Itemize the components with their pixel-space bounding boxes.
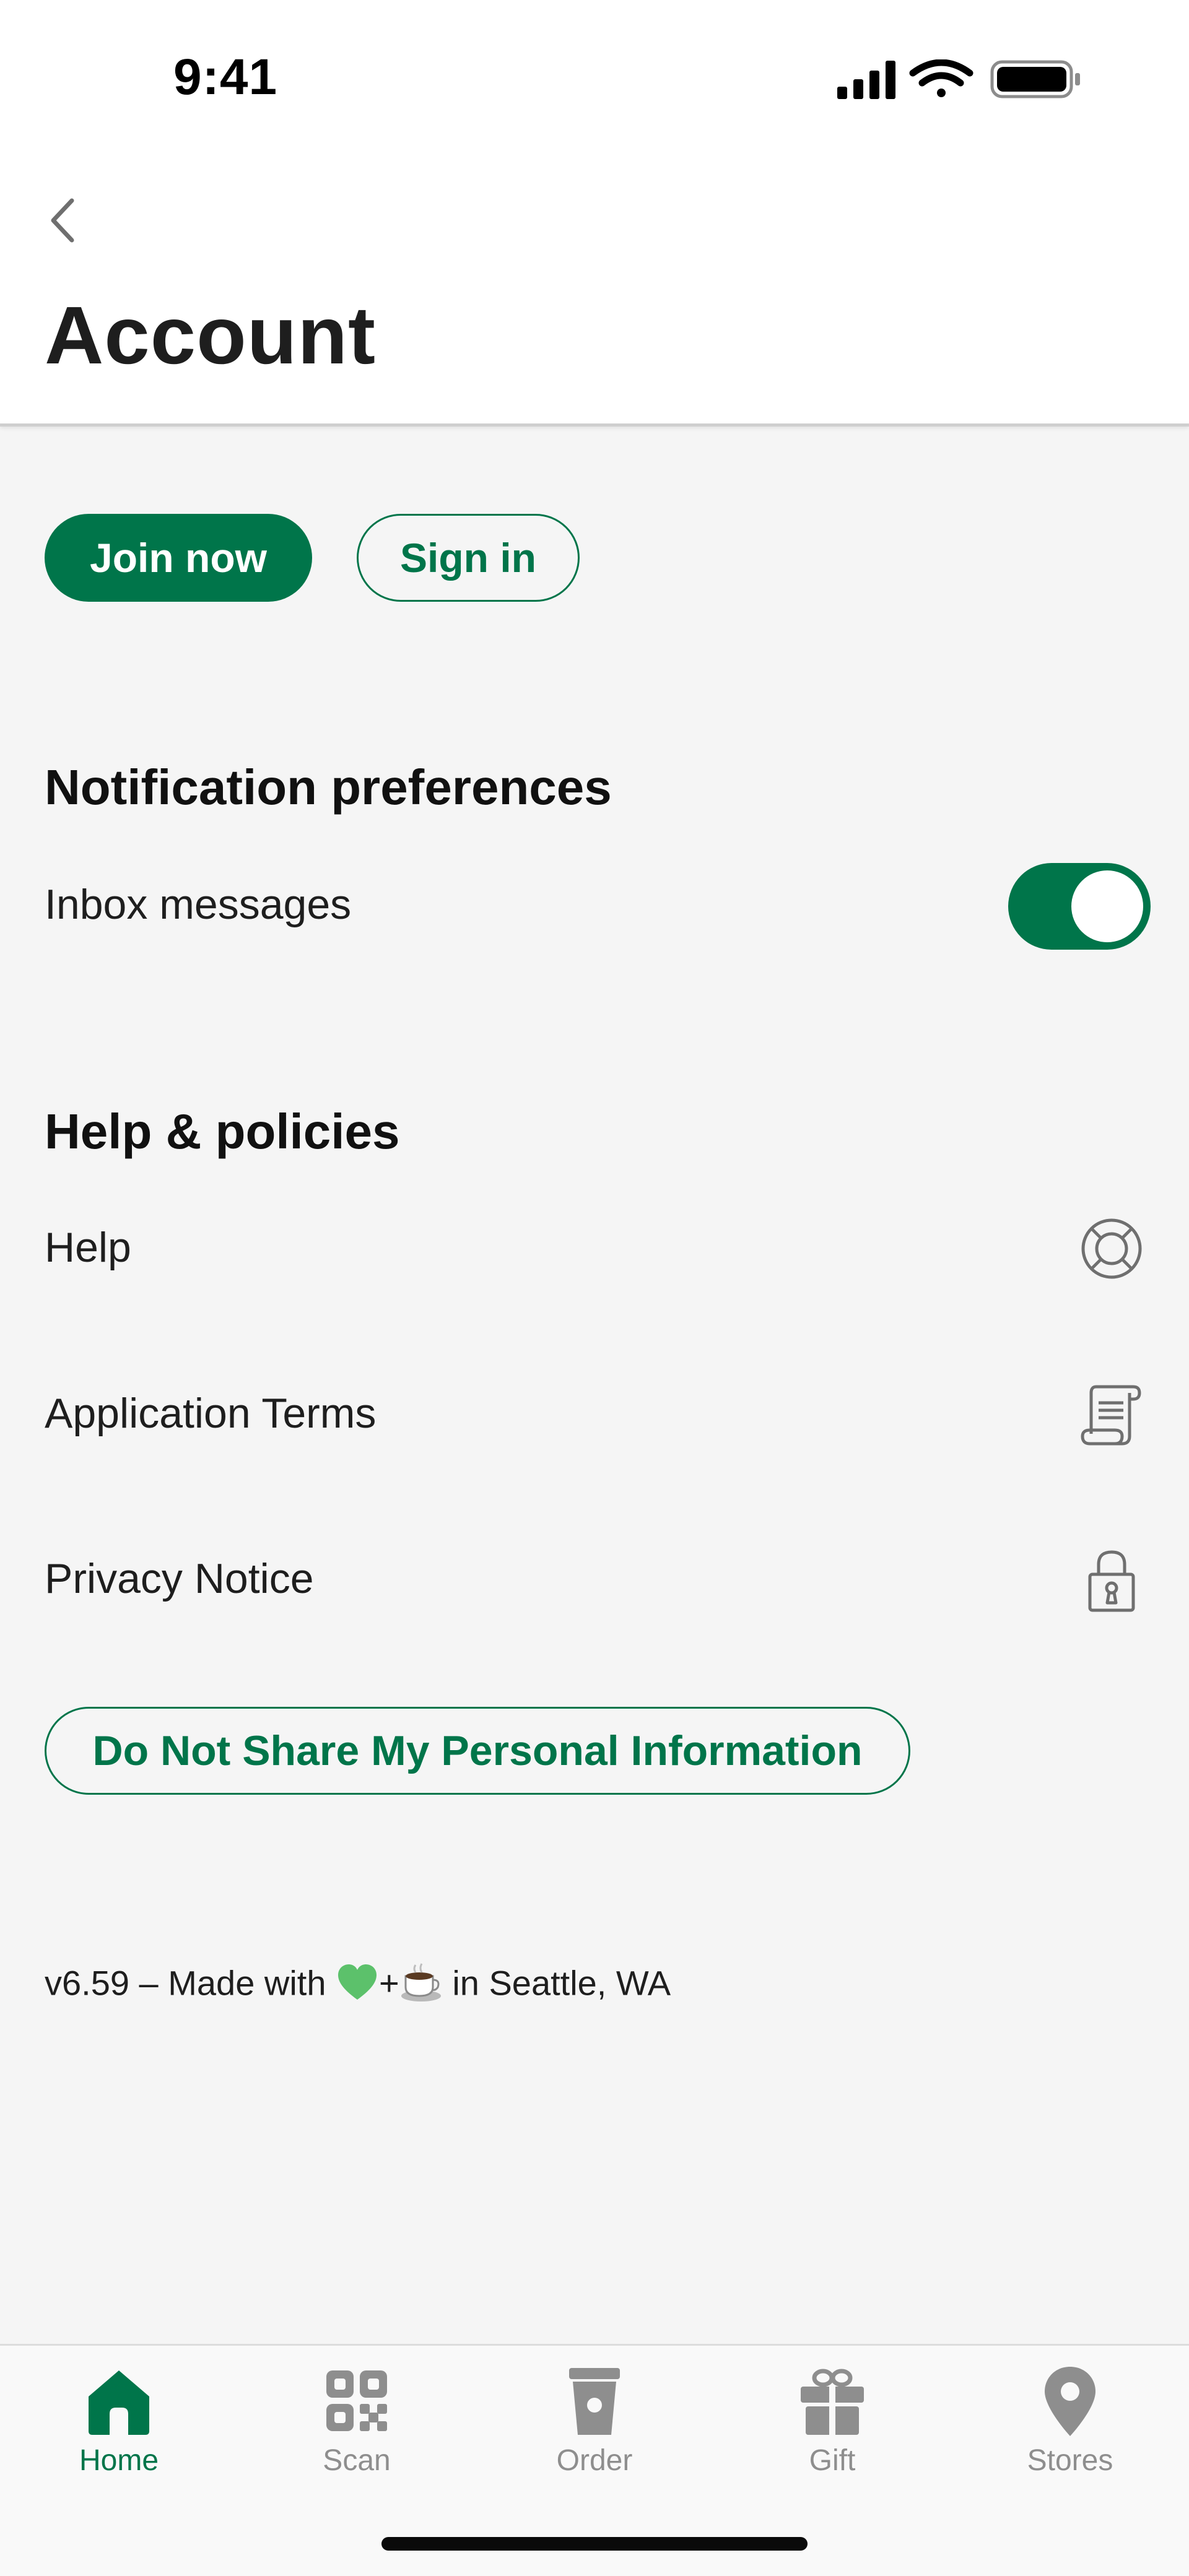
do-not-share-button[interactable]: Do Not Share My Personal Information [45,1707,910,1795]
gift-icon [801,2369,864,2435]
tab-label: Gift [809,2444,856,2477]
notification-preferences-heading: Notification preferences [45,760,612,815]
inbox-messages-label: Inbox messages [45,881,352,928]
application-terms-label: Application Terms [45,1390,377,1437]
scroll-icon [1081,1385,1141,1446]
lifebuoy-icon [1081,1218,1142,1279]
wifi-icon [909,59,973,97]
version-text: v6.59 – Made with + in Seattle, WA [45,1960,671,2005]
plus-sign: + [379,1963,399,2003]
help-label: Help [45,1224,131,1271]
tab-stores[interactable]: Stores [951,2346,1189,2507]
green-heart-icon [338,1964,377,2000]
status-icons [837,59,1080,99]
tab-order[interactable]: Order [476,2346,713,2507]
toggle-knob [1071,870,1143,942]
header: 9:41 Account [0,0,1189,427]
privacy-notice-label: Privacy Notice [45,1555,314,1602]
page-title: Account [45,290,376,381]
home-indicator [381,2537,808,2551]
inbox-messages-toggle[interactable] [1008,863,1151,950]
location-pin-icon [1045,2367,1095,2436]
tab-gift[interactable]: Gift [713,2346,951,2507]
help-policies-heading: Help & policies [45,1104,400,1159]
join-now-button[interactable]: Join now [45,514,312,602]
version-suffix: in Seattle, WA [452,1963,671,2003]
home-icon [89,2370,149,2435]
status-time: 9:41 [173,49,278,105]
battery-icon [990,60,1080,98]
coffee-cup-icon [401,1963,441,2002]
tab-scan[interactable]: Scan [238,2346,476,2507]
signal-icon [837,61,895,99]
tab-label: Order [556,2444,633,2477]
qr-icon [326,2370,387,2431]
cup-icon [569,2368,620,2435]
lock-icon [1088,1550,1135,1612]
tab-label: Home [79,2444,159,2477]
tab-label: Scan [323,2444,391,2477]
back-chevron-icon[interactable] [45,196,82,245]
tab-label: Stores [1027,2444,1113,2477]
tab-home[interactable]: Home [0,2346,238,2507]
sign-in-button[interactable]: Sign in [357,514,580,602]
version-prefix: v6.59 – Made with [45,1963,326,2003]
